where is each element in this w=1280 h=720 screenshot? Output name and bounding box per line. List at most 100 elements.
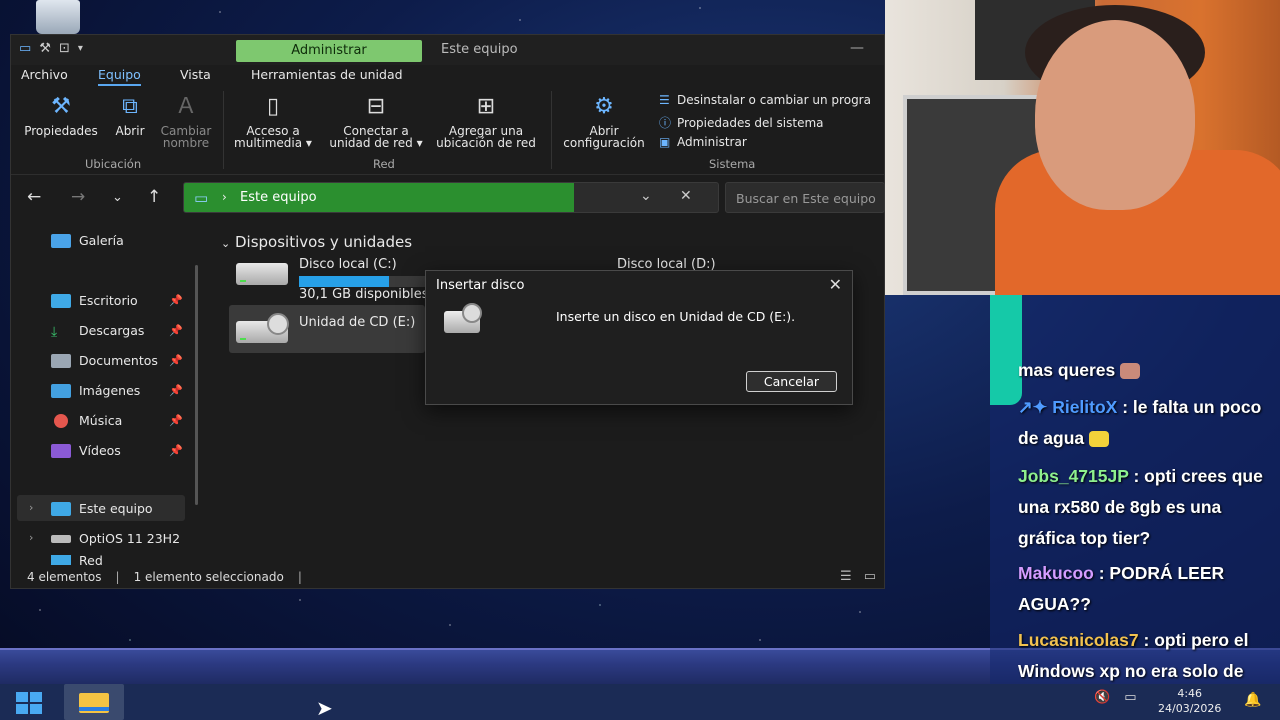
nav-item-gallery[interactable]: Galería [51,233,124,248]
pin-icon: 📌 [169,354,183,367]
address-dropdown-icon[interactable]: ⌄ [640,188,652,204]
start-button[interactable] [16,692,42,714]
open-settings-button[interactable]: ⚙ Abrir configuración [559,95,649,150]
ribbon: ⚒ Propiedades ⧉ Abrir Ａ Cambiar nombre U… [11,87,884,175]
properties-label: Propiedades [24,124,98,138]
system-properties-label: Propiedades del sistema [677,116,824,130]
computer-icon [51,501,71,516]
quick-access-toolbar: ▭ ⚒ ⊡ ▾ [19,41,83,56]
download-icon: ⤓ [51,323,58,340]
chat-username: Lucasnicolas7 [1018,630,1139,650]
nav-label: Imágenes [79,383,141,398]
desktop-icon [51,293,71,308]
back-button[interactable]: ← [27,187,41,207]
chat-overlay: mas queres ↗✦ RielitoX : le falta un poc… [990,295,1280,720]
media-label-2: multimedia [234,136,303,150]
properties-button[interactable]: ⚒ Propiedades [19,94,103,138]
close-icon[interactable]: ✕ [829,275,842,294]
window-title: Este equipo [441,42,518,57]
add-label-2: ubicación de red [436,136,536,150]
tab-equipo[interactable]: Equipo [98,67,141,86]
clock[interactable]: 4:46 24/03/2026 [1158,686,1221,716]
system-properties-button[interactable]: ⓘ Propiedades del sistema [659,114,824,131]
gallery-icon [51,233,71,248]
notification-bell-icon[interactable]: 🔔 [1244,692,1261,708]
drive-c-free-space: 30,1 GB disponibles [299,287,429,302]
expand-chevron-icon[interactable]: › [29,501,33,514]
recycle-bin-icon[interactable] [36,0,80,34]
webcam-person-face [1035,20,1195,210]
pin-icon: 📌 [169,414,183,427]
navigation-pane: Galería Escritorio 📌 ⤓ Descargas 📌 Docum… [11,225,201,565]
media-access-button[interactable]: ▯ Acceso a multimedia ▾ [229,95,317,150]
taskbar-file-explorer[interactable] [64,684,124,720]
system-tray: 🔇 ▭ [1094,690,1136,705]
drive-c[interactable]: Disco local (C:) 30,1 GB disponibles [236,257,436,303]
up-button[interactable]: ↑ [147,187,161,207]
webcam-overlay [885,0,1280,295]
cd-drive-icon [444,303,482,333]
computer-icon: ▭ [19,41,32,56]
rename-label-2: nombre [162,136,210,150]
details-view-icon[interactable]: ☰ [840,569,852,584]
tab-vista[interactable]: Vista [180,67,211,82]
volume-muted-icon[interactable]: 🔇 [1094,690,1110,705]
breadcrumb-este-equipo[interactable]: Este equipo [240,190,317,205]
chat-message: Makucoo : PODRÁ LEER AGUA?? [1018,558,1280,620]
nav-label: Música [79,413,123,428]
search-input[interactable]: Buscar en Este equipo [725,182,885,213]
nav-item-this-pc[interactable]: Este equipo [51,501,153,516]
tab-administrar[interactable]: Administrar [236,40,422,62]
chat-message: Jobs_4715JP : opti crees que una rx580 d… [1018,461,1280,554]
nav-item-network[interactable]: Red [51,555,103,565]
title-bar: ▭ ⚒ ⊡ ▾ Administrar Este equipo — [11,35,884,65]
rename-button[interactable]: Ａ Cambiar nombre [156,95,216,150]
nav-item-downloads[interactable]: ⤓ Descargas 📌 [51,323,183,340]
address-bar[interactable]: ▭ › Este equipo ⌄ ✕ [183,182,719,213]
insert-disk-dialog: Insertar disco ✕ Inserte un disco en Uni… [425,270,853,405]
folder-icon [79,693,109,713]
add-network-location-button[interactable]: ⊞ Agregar una ubicación de red [431,94,541,150]
nav-item-music[interactable]: Música 📌 [51,413,183,428]
drive-e[interactable]: Unidad de CD (E:) [236,311,426,351]
cd-disc-icon [267,313,289,335]
recent-locations-button[interactable]: ⌄ [112,190,123,205]
emote-icon [1089,431,1110,448]
tab-archivo[interactable]: Archivo [21,67,68,82]
nav-item-desktop[interactable]: Escritorio 📌 [51,293,183,308]
chat-username: Makucoo [1018,563,1094,583]
chevron-down-icon[interactable]: ▾ [78,43,83,54]
nav-item-videos[interactable]: Vídeos 📌 [51,443,183,458]
uninstall-program-button[interactable]: ☰ Desinstalar o cambiar un progra [659,93,871,107]
minimize-button[interactable]: — [850,40,864,56]
large-icons-view-icon[interactable]: ▭ [864,569,876,584]
section-devices-drives[interactable]: ⌄ Dispositivos y unidades [221,233,412,251]
tab-herramientas[interactable]: Herramientas de unidad [251,67,403,82]
chat-decoration [990,295,1022,405]
network-location-icon: ⊞ [476,94,496,119]
forward-button[interactable]: → [71,187,85,207]
network-icon[interactable]: ▭ [1124,690,1136,705]
wrench-icon: ⚒ [51,94,71,119]
map-drive-button[interactable]: ⊟ Conectar a unidad de red ▾ [326,94,426,150]
nav-scrollbar[interactable] [195,265,198,505]
properties-icon[interactable]: ⚒ [39,41,51,56]
open-button[interactable]: ⧉ Abrir [106,95,154,138]
expand-chevron-icon[interactable]: › [29,531,33,544]
nav-item-documents[interactable]: Documentos 📌 [51,353,183,368]
address-clear-icon[interactable]: ✕ [680,188,692,204]
nav-label: Descargas [79,323,145,338]
manage-button[interactable]: ▣ Administrar [659,135,747,149]
map-label-2: unidad de red [329,136,413,150]
nav-item-pictures[interactable]: Imágenes 📌 [51,383,183,398]
chat-message: mas queres [1018,355,1280,386]
new-folder-icon[interactable]: ⊡ [59,41,70,56]
cancel-button[interactable]: Cancelar [746,371,837,392]
chat-text: mas queres [1018,360,1116,380]
selection-count: 1 elemento seleccionado [133,570,284,584]
network-drive-icon: ⊟ [366,94,386,119]
chat-username: RielitoX [1052,397,1118,417]
status-divider: | [115,570,120,584]
nav-item-optios[interactable]: OptiOS 11 23H2 [51,531,180,546]
hard-drive-icon [236,263,288,285]
